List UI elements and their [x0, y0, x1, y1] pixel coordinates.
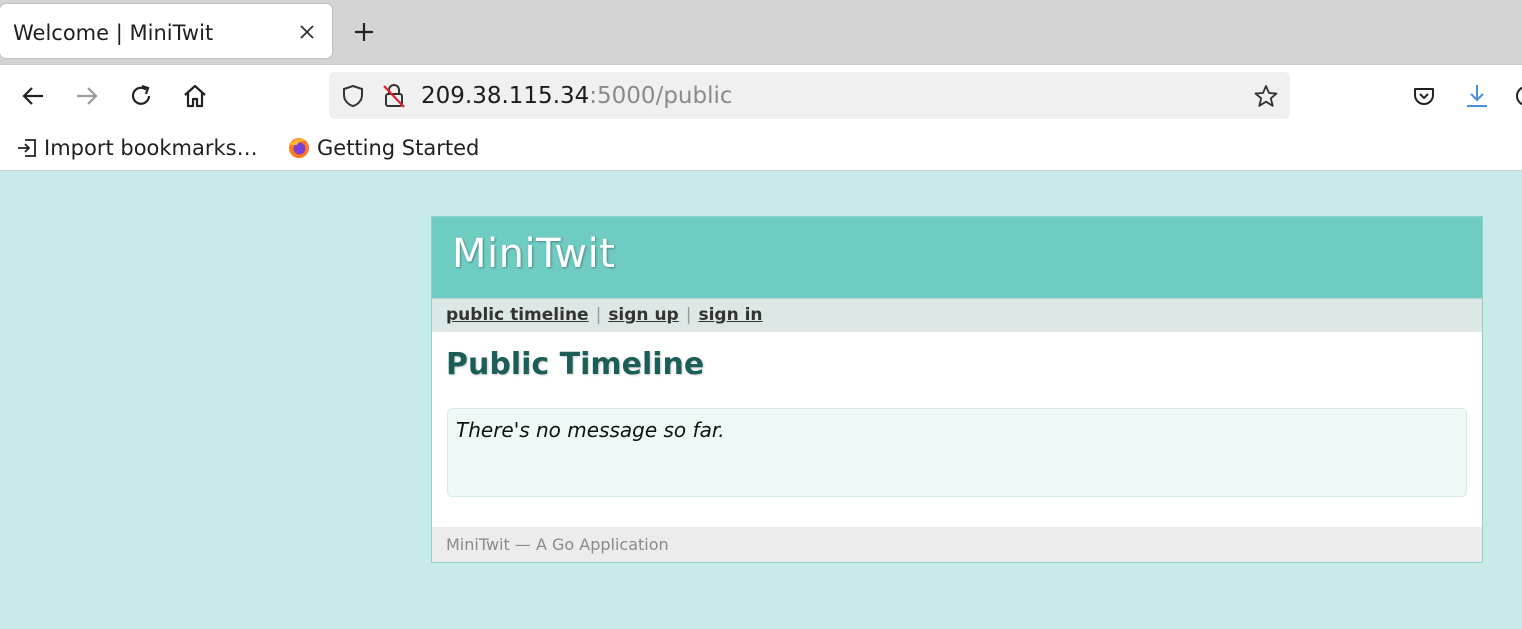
site-header: MiniTwit	[432, 217, 1482, 298]
site-navigation: public timeline | sign up | sign in	[432, 298, 1482, 332]
url-path: :5000/public	[589, 83, 733, 109]
reload-icon[interactable]	[127, 82, 155, 110]
nav-sign-in-link[interactable]: sign in	[698, 305, 762, 325]
bookmark-import[interactable]: Import bookmarks…	[16, 134, 258, 162]
star-icon[interactable]	[1253, 83, 1279, 109]
url-host: 209.38.115.34	[421, 83, 590, 109]
footer-text: MiniTwit — A Go Application	[446, 535, 669, 554]
navigation-toolbar: 209.38.115.34:5000/public	[0, 64, 1522, 127]
message-list: There's no message so far.	[447, 408, 1467, 497]
empty-message: There's no message so far.	[456, 418, 725, 442]
close-tab-icon[interactable]	[296, 21, 318, 43]
minitwit-page: MiniTwit public timeline | sign up | sign in…	[431, 216, 1483, 563]
bookmarks-toolbar: Import bookmarks… Getting Started	[0, 126, 1522, 171]
nav-public-timeline-link[interactable]: public timeline	[446, 305, 589, 325]
nav-separator: |	[685, 305, 692, 325]
new-tab-icon[interactable]	[350, 18, 378, 46]
bookmark-getting-started[interactable]: Getting Started	[287, 134, 479, 162]
tab-title: Welcome | MiniTwit	[13, 21, 214, 45]
pocket-icon[interactable]	[1411, 83, 1437, 109]
page-title: Public Timeline	[446, 347, 705, 382]
import-icon	[18, 139, 36, 157]
back-icon[interactable]	[19, 82, 47, 110]
browser-tab[interactable]: Welcome | MiniTwit	[0, 4, 332, 58]
forward-icon[interactable]	[73, 82, 101, 110]
nav-separator: |	[595, 305, 602, 325]
nav-sign-up-link[interactable]: sign up	[608, 305, 678, 325]
tab-strip: Welcome | MiniTwit	[0, 0, 1522, 64]
bookmark-label: Import bookmarks…	[44, 136, 258, 160]
site-footer: MiniTwit — A Go Application	[432, 527, 1482, 562]
download-icon[interactable]	[1464, 82, 1490, 110]
shield-icon[interactable]	[340, 83, 366, 109]
bookmark-label: Getting Started	[317, 136, 480, 160]
firefox-icon	[289, 138, 309, 158]
account-icon[interactable]	[1514, 83, 1522, 109]
insecure-lock-icon[interactable]	[381, 83, 407, 109]
url-text[interactable]: 209.38.115.34:5000/public	[421, 83, 733, 109]
site-title: MiniTwit	[452, 231, 616, 277]
url-bar[interactable]: 209.38.115.34:5000/public	[329, 72, 1290, 119]
home-icon[interactable]	[181, 82, 209, 110]
